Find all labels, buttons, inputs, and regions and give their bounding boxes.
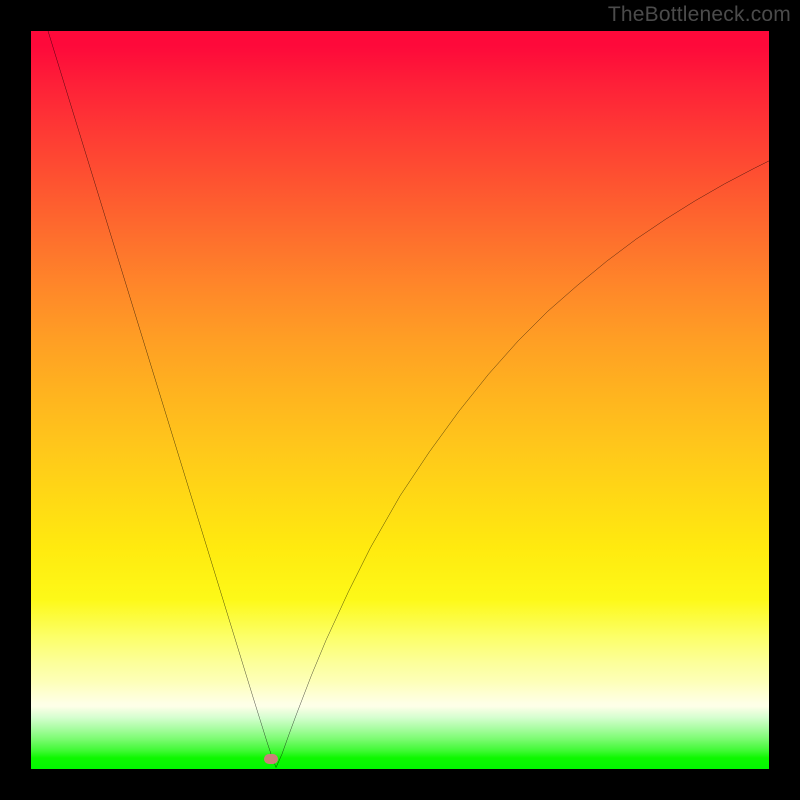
minimum-marker: [264, 754, 278, 764]
watermark-text: TheBottleneck.com: [608, 3, 791, 27]
chart-plot-area: [31, 31, 769, 769]
